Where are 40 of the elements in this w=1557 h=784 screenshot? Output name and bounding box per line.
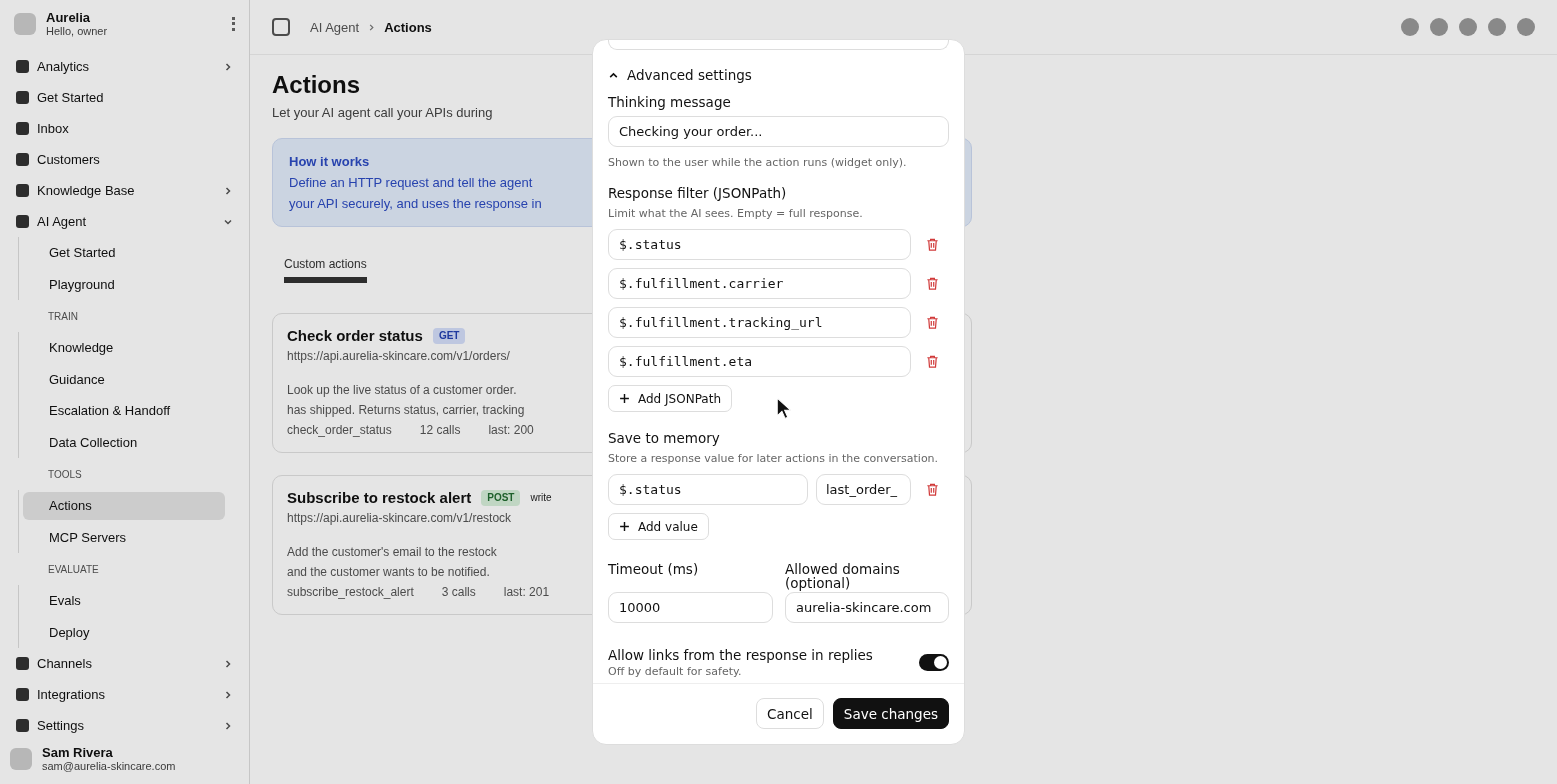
sidebar-section-label: TRAIN	[48, 310, 78, 322]
action-meta: last: 201	[503, 584, 550, 601]
sidebar-section-label: EVALUATE	[48, 563, 99, 575]
action-description: has shipped. Returns status, carrier, tracking	[287, 402, 525, 419]
field-label: Response filter (JSONPath)	[608, 185, 787, 201]
tag-text: write	[530, 491, 552, 505]
field-hint: Limit what the AI sees. Empty = full response.	[608, 207, 863, 220]
sidebar-section-label: TOOLS	[48, 468, 82, 480]
field-hint: Shown to the user while the action runs (widget only).	[608, 156, 907, 169]
setting-hint: Off by default for safety.	[608, 665, 742, 678]
info-title: How it works	[289, 153, 370, 171]
info-text: your API securely, and uses the response in	[289, 195, 542, 213]
workspace-name: Aurelia	[46, 10, 91, 25]
action-meta: 3 calls	[441, 584, 476, 601]
workspace-subtitle: Hello, owner	[46, 25, 108, 37]
field-label: Timeout (ms)	[608, 562, 700, 579]
action-meta: check_order_status	[287, 422, 392, 439]
page-subtitle: Let your AI agent call your APIs during	[272, 105, 493, 120]
field-label: Save to memory	[608, 430, 720, 446]
user-email: sam@aurelia-skincare.com	[42, 760, 176, 772]
info-text: Define an HTTP request and tell the agent	[289, 174, 533, 192]
method-badge: POST	[481, 490, 521, 506]
action-name: Subscribe to restock alert	[287, 488, 472, 508]
action-meta: last: 200	[488, 422, 534, 439]
user-name: Sam Rivera	[42, 745, 113, 760]
setting-label: Allow links from the response in replies	[608, 647, 873, 663]
action-meta: subscribe_restock_alert	[287, 584, 414, 601]
action-url: https://api.aurelia-skincare.com/v1/orders/	[287, 348, 510, 365]
action-description: Look up the live status of a customer order.	[287, 382, 517, 399]
page-title: Actions	[272, 71, 360, 99]
field-label: Thinking message	[608, 94, 731, 110]
method-badge: GET	[432, 328, 466, 344]
field-label: Allowed domains (optional)	[785, 562, 901, 592]
action-name: Check order status	[287, 326, 423, 346]
breadcrumb-current: Actions	[384, 19, 432, 35]
action-description: Add the customer's email to the restock	[287, 544, 497, 561]
action-url: https://api.aurelia-skincare.com/v1/restock	[287, 510, 512, 527]
action-description: and the customer wants to be notified.	[287, 564, 490, 581]
field-hint: Store a response value for later actions in the conversation.	[608, 452, 939, 465]
action-meta: 12 calls	[419, 422, 461, 439]
